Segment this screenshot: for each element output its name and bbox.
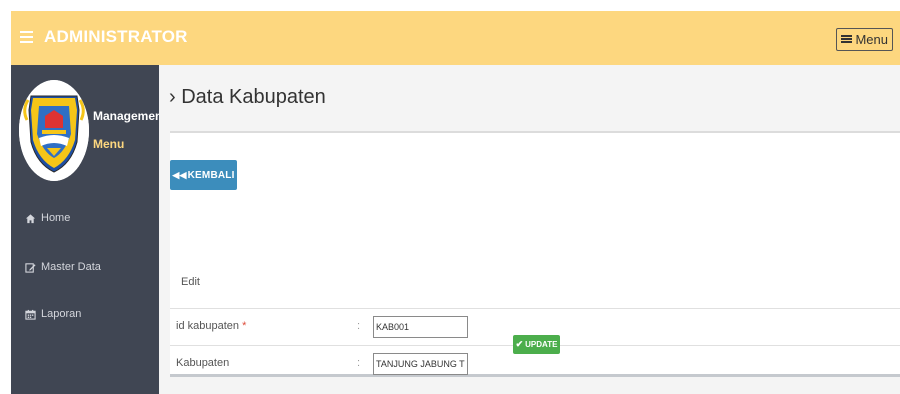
kabupaten-input[interactable]	[373, 353, 468, 375]
menu-button-label: Menu	[855, 32, 888, 47]
sidebar-item-master-data[interactable]: Master Data	[25, 261, 101, 273]
back-button-label: KEMBALI	[187, 169, 235, 181]
hamburger-icon[interactable]	[20, 28, 33, 46]
field-separator: :	[357, 320, 361, 332]
sidebar-item-laporan[interactable]: Laporan	[25, 308, 81, 320]
form-title: Edit	[181, 276, 200, 288]
brand-title: ADMINISTRATOR	[44, 27, 188, 46]
sidebar-item-label: Master Data	[41, 261, 101, 273]
regency-logo	[19, 80, 89, 181]
management-label: Management	[93, 109, 167, 123]
main-content: › Data Kabupaten Edit id kabupaten * : K…	[159, 65, 900, 394]
top-navbar: ADMINISTRATOR Menu	[11, 11, 900, 65]
id-kabupaten-input[interactable]	[373, 316, 468, 338]
back-button[interactable]: ◀◀ KEMBALI	[170, 160, 237, 190]
field-label: Kabupaten	[176, 357, 230, 369]
sidebar-item-label: Home	[41, 212, 71, 224]
check-icon: ✔	[515, 339, 524, 349]
update-button-label: UPDATE	[525, 340, 558, 349]
menu-button[interactable]: Menu	[836, 28, 893, 51]
edit-icon	[25, 262, 36, 273]
update-button[interactable]: ✔ UPDATE	[513, 335, 560, 354]
required-marker: *	[242, 320, 247, 332]
field-label: id kabupaten *	[176, 320, 247, 332]
home-icon	[25, 213, 36, 223]
emblem-icon	[19, 80, 89, 181]
sidebar-item-home[interactable]: Home	[25, 212, 70, 224]
sidebar-item-label: Laporan	[41, 308, 82, 320]
chevron-right-icon: ›	[169, 86, 176, 108]
menu-list-icon	[841, 35, 853, 44]
page-title-text: Data Kabupaten	[181, 86, 326, 108]
brand[interactable]: ADMINISTRATOR	[20, 27, 188, 47]
menu-label: Menu	[93, 137, 125, 151]
field-separator: :	[357, 357, 361, 369]
backward-icon: ◀◀	[172, 169, 187, 180]
calendar-icon	[25, 309, 36, 320]
sidebar: Management Menu Home Master Data Laporan	[11, 65, 166, 394]
page-title: › Data Kabupaten	[169, 86, 326, 109]
